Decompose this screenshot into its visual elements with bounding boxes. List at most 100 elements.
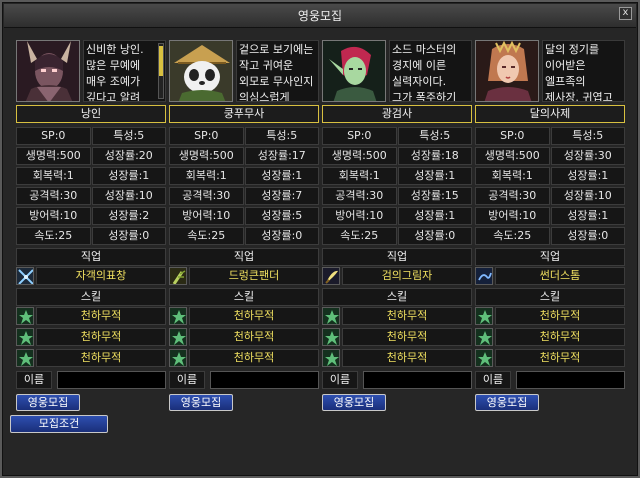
- star-skill-icon: [475, 349, 493, 367]
- skill-name: 천하무적: [36, 328, 166, 346]
- stat-defense-growth: 성장률:2: [91, 207, 166, 225]
- job-name: 썬더스톰: [495, 267, 625, 285]
- lightning-icon: [475, 267, 493, 285]
- stat-attack-growth: 성장률:10: [91, 187, 166, 205]
- skill-row[interactable]: 천하무적: [475, 349, 625, 369]
- stat-defense-growth: 성장률:1: [550, 207, 625, 225]
- skill-row[interactable]: 천하무적: [169, 328, 319, 348]
- close-button[interactable]: x: [619, 7, 632, 20]
- skill-name: 천하무적: [189, 349, 319, 367]
- skill-label: 스킬: [322, 288, 472, 306]
- hero-description-2: 소드 마스터의 경지에 이른 실력자이다. 그가 폭주하기 시작: [389, 40, 472, 102]
- stat-regen-growth: 성장률:1: [397, 167, 472, 185]
- star-skill-icon: [169, 349, 187, 367]
- stat-attack: 공격력:30: [322, 187, 397, 205]
- recruit-hero-button-2[interactable]: 영웅모집: [322, 394, 386, 411]
- stat-attack: 공격력:30: [169, 187, 244, 205]
- stat-trait: 특성:5: [244, 127, 319, 145]
- stat-trait: 특성:5: [91, 127, 166, 145]
- hero-portrait-0: [16, 40, 80, 102]
- stat-defense: 방어력:10: [322, 207, 397, 225]
- skill-row[interactable]: 천하무적: [169, 307, 319, 327]
- description-scrollbar[interactable]: [158, 43, 164, 99]
- stat-hp-growth: 성장률:18: [397, 147, 472, 165]
- hero-recruit-window: 영웅모집 x 신비한 낭인. 많은 무예에 매우 조예가 깊다고 알려 낭인 S…: [0, 0, 640, 478]
- skill-label: 스킬: [169, 288, 319, 306]
- stat-sp: SP:0: [322, 127, 397, 145]
- recruit-hero-button-1[interactable]: 영웅모집: [169, 394, 233, 411]
- hero-class-name[interactable]: 달의사제: [475, 105, 625, 123]
- stat-hp-growth: 성장률:30: [550, 147, 625, 165]
- skill-row[interactable]: 천하무적: [169, 349, 319, 369]
- stat-defense: 방어력:10: [16, 207, 91, 225]
- scrollbar-thumb[interactable]: [159, 46, 163, 76]
- stat-speed: 속도:25: [322, 227, 397, 245]
- skill-row[interactable]: 천하무적: [16, 328, 166, 348]
- hero-card-1: 겉으로 보기에는 작고 귀여운 외모로 무사인지 의심스럽게 쿵푸무사 SP:0…: [169, 40, 319, 369]
- name-input-group-1: 이름: [169, 371, 319, 391]
- stat-trait: 특성:5: [550, 127, 625, 145]
- job-label: 직업: [475, 248, 625, 266]
- skill-row[interactable]: 천하무적: [475, 307, 625, 327]
- skill-row[interactable]: 천하무적: [16, 307, 166, 327]
- recruit-hero-button-0[interactable]: 영웅모집: [16, 394, 80, 411]
- shuriken-icon: [16, 267, 34, 285]
- stat-speed: 속도:25: [169, 227, 244, 245]
- job-label: 직업: [16, 248, 166, 266]
- stat-attack-growth: 성장률:7: [244, 187, 319, 205]
- star-skill-icon: [322, 349, 340, 367]
- skill-row[interactable]: 천하무적: [322, 328, 472, 348]
- skill-name: 천하무적: [342, 328, 472, 346]
- stat-regen: 회복력:1: [169, 167, 244, 185]
- stat-speed-growth: 성장률:0: [91, 227, 166, 245]
- hero-class-name[interactable]: 낭인: [16, 105, 166, 123]
- star-skill-icon: [322, 328, 340, 346]
- star-skill-icon: [16, 328, 34, 346]
- stat-hp: 생명력:500: [169, 147, 244, 165]
- star-skill-icon: [475, 328, 493, 346]
- skill-row[interactable]: 천하무적: [322, 307, 472, 327]
- hero-name-input[interactable]: [57, 371, 166, 389]
- hero-name-input[interactable]: [363, 371, 472, 389]
- name-label: 이름: [475, 371, 511, 389]
- stat-grid: SP:0 특성:5 생명력:500 성장률:18 회복력:1 성장률:1 공격력:30…: [322, 127, 472, 247]
- job-row[interactable]: 썬더스톰: [475, 267, 625, 287]
- stat-hp-growth: 성장률:20: [91, 147, 166, 165]
- job-row[interactable]: 자객의표창: [16, 267, 166, 287]
- hero-portrait-1: [169, 40, 233, 102]
- stat-speed-growth: 성장률:0: [397, 227, 472, 245]
- skill-row[interactable]: 천하무적: [322, 349, 472, 369]
- skill-name: 천하무적: [342, 307, 472, 325]
- stat-sp: SP:0: [16, 127, 91, 145]
- hero-name-input[interactable]: [516, 371, 625, 389]
- skill-label: 스킬: [16, 288, 166, 306]
- name-label: 이름: [322, 371, 358, 389]
- stat-speed: 속도:25: [475, 227, 550, 245]
- skill-row[interactable]: 천하무적: [475, 328, 625, 348]
- stat-sp: SP:0: [169, 127, 244, 145]
- name-input-group-2: 이름: [322, 371, 472, 391]
- hero-name-input[interactable]: [210, 371, 319, 389]
- star-skill-icon: [169, 328, 187, 346]
- recruit-conditions-button[interactable]: 모집조건: [10, 415, 108, 433]
- skill-row[interactable]: 천하무적: [16, 349, 166, 369]
- skill-label: 스킬: [475, 288, 625, 306]
- job-name: 검의그림자: [342, 267, 472, 285]
- recruit-hero-button-3[interactable]: 영웅모집: [475, 394, 539, 411]
- stat-attack-growth: 성장률:15: [397, 187, 472, 205]
- stat-attack: 공격력:30: [475, 187, 550, 205]
- job-name: 드렁큰팬더: [189, 267, 319, 285]
- star-skill-icon: [16, 307, 34, 325]
- window-title: 영웅모집: [4, 4, 636, 28]
- star-skill-icon: [475, 307, 493, 325]
- job-row[interactable]: 드렁큰팬더: [169, 267, 319, 287]
- hero-class-name[interactable]: 광검사: [322, 105, 472, 123]
- skill-name: 천하무적: [189, 328, 319, 346]
- stat-trait: 특성:5: [397, 127, 472, 145]
- star-skill-icon: [322, 307, 340, 325]
- name-input-group-0: 이름: [16, 371, 166, 391]
- hero-class-name[interactable]: 쿵푸무사: [169, 105, 319, 123]
- job-label: 직업: [169, 248, 319, 266]
- job-row[interactable]: 검의그림자: [322, 267, 472, 287]
- hero-portrait-3: [475, 40, 539, 102]
